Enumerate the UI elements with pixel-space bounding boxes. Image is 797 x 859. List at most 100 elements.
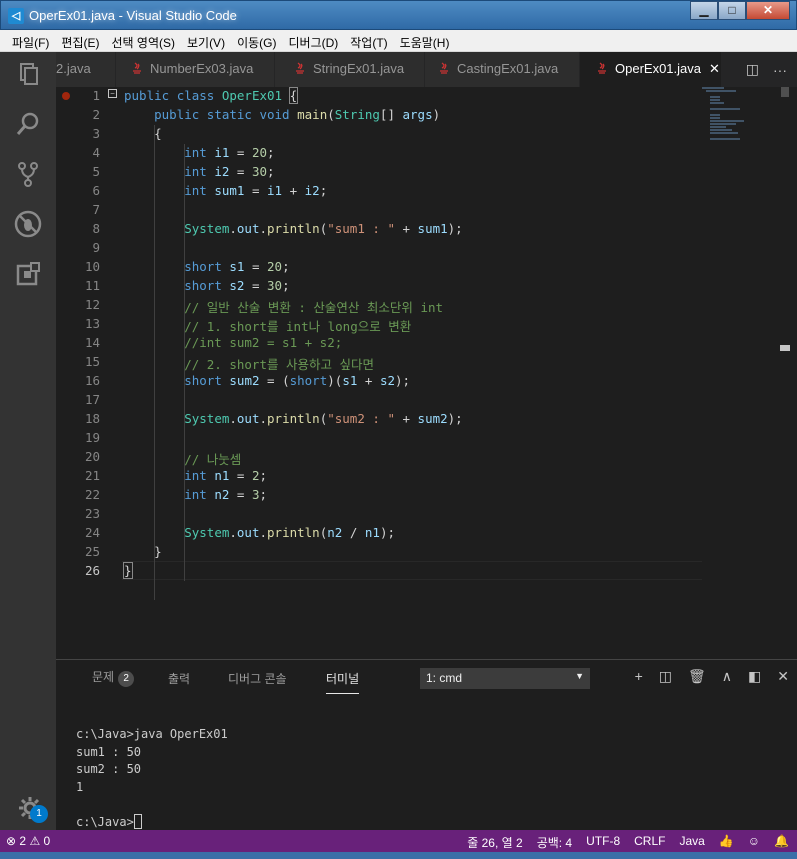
maximize-button[interactable]: □: [718, 1, 746, 20]
scrollbar-marker: [780, 345, 790, 351]
menu-view[interactable]: 보기(V): [181, 30, 231, 51]
line-number: 21: [84, 468, 100, 483]
line-number: 14: [84, 335, 100, 350]
trash-icon[interactable]: 🗑: [688, 668, 706, 685]
tab-numberex03[interactable]: NumberEx03.java: [116, 52, 275, 87]
code-line: }: [124, 544, 162, 559]
menu-go[interactable]: 이동(G): [231, 30, 282, 51]
code-line: System.out.println("sum2 : " + sum2);: [184, 411, 463, 426]
warning-icon: ⚠: [29, 834, 41, 848]
thumbs-up-icon[interactable]: 👍: [719, 834, 734, 851]
smiley-icon[interactable]: ☺: [748, 834, 760, 851]
line-number: 19: [84, 430, 100, 445]
tab-stringex01[interactable]: StringEx01.java: [275, 52, 425, 87]
more-actions-icon[interactable]: ···: [773, 62, 787, 78]
line-number: 6: [92, 183, 100, 198]
menu-edit[interactable]: 편집(E): [55, 30, 105, 51]
vscode-logo-icon: ◁: [8, 8, 24, 24]
code-line: System.out.println(n2 / n1);: [184, 525, 395, 540]
line-number: 23: [84, 506, 100, 521]
tab-operex01[interactable]: OperEx01.java ✕: [580, 52, 722, 87]
fold-icon[interactable]: −: [108, 89, 117, 98]
code-line: short sum2 = (short)(s1 + s2);: [184, 373, 411, 388]
terminal-select[interactable]: 1: cmd ▼: [420, 668, 590, 689]
line-number: 24: [84, 525, 100, 540]
warning-count: 0: [43, 834, 51, 848]
line-number: 11: [84, 278, 100, 293]
tab-label: OperEx01.java: [615, 61, 701, 76]
menu-help[interactable]: 도움말(H): [394, 30, 456, 51]
line-number: 16: [84, 373, 100, 388]
line-number: 5: [92, 164, 100, 179]
tab-label: CastingEx01.java: [457, 61, 559, 76]
line-number: 12: [84, 297, 100, 312]
tab-2-java[interactable]: 2.java: [56, 52, 116, 87]
menu-file[interactable]: 파일(F): [6, 30, 55, 51]
activity-bar: 1: [0, 52, 56, 830]
explorer-icon[interactable]: [12, 58, 44, 90]
terminal-cursor: [133, 813, 142, 829]
code-line: short s1 = 20;: [184, 259, 290, 274]
code-line: int i1 = 20;: [184, 145, 275, 160]
menu-debug[interactable]: 디버그(D): [282, 30, 344, 51]
bell-icon[interactable]: 🔔: [774, 834, 789, 851]
indentation[interactable]: 공백: 4: [537, 834, 572, 851]
problems-status[interactable]: ⊗ 2 ⚠ 0: [6, 834, 50, 848]
status-bar: ⊗ 2 ⚠ 0 줄 26, 열 2 공백: 4 UTF-8 CRLF Java …: [0, 830, 797, 852]
code-line: public class OperEx01 {: [124, 87, 299, 104]
extensions-icon[interactable]: [12, 258, 44, 290]
java-file-icon: [440, 62, 448, 74]
cursor-position[interactable]: 줄 26, 열 2: [467, 834, 522, 851]
terminal-line: 1: [76, 779, 84, 794]
settings-badge: 1: [30, 805, 48, 823]
add-terminal-icon[interactable]: +: [635, 668, 643, 685]
line-number: 22: [84, 487, 100, 502]
tab-terminal[interactable]: 터미널: [326, 670, 360, 694]
window-title: OperEx01.java - Visual Studio Code: [29, 8, 237, 23]
code-line: // 1. short를 int나 long으로 변환: [124, 319, 412, 334]
encoding[interactable]: UTF-8: [586, 834, 620, 851]
close-panel-icon[interactable]: ✕: [777, 668, 789, 685]
chevron-down-icon: ▼: [575, 671, 584, 681]
chevron-up-icon[interactable]: ∧: [722, 668, 732, 685]
line-ending[interactable]: CRLF: [634, 834, 665, 851]
code-line: int n1 = 2;: [184, 468, 268, 483]
language-mode[interactable]: Java: [679, 834, 704, 851]
terminal-output[interactable]: c:\Java>java OperEx01 sum1 : 50 sum2 : 50 1…: [76, 726, 228, 831]
line-number: 4: [92, 145, 100, 160]
terminal-prompt: c:\Java>: [76, 814, 134, 829]
code-line: int i2 = 30;: [184, 164, 275, 179]
code-line: short s2 = 30;: [184, 278, 290, 293]
close-button[interactable]: ✕: [746, 1, 790, 20]
menu-selection[interactable]: 선택 영역(S): [105, 30, 181, 51]
code-line: // 일반 산술 변환 : 산술연산 최소단위 int: [124, 300, 444, 315]
line-number: 7: [92, 202, 100, 217]
minimap[interactable]: [700, 87, 782, 147]
editor-scrollbar[interactable]: [780, 87, 790, 659]
tab-output[interactable]: 출력: [168, 670, 190, 687]
tab-debug-console[interactable]: 디버그 콘솔: [228, 670, 287, 687]
menu-tasks[interactable]: 작업(T): [344, 30, 393, 51]
minimize-button[interactable]: ▁: [690, 1, 718, 20]
close-tab-icon[interactable]: ✕: [709, 61, 720, 76]
debug-icon[interactable]: [12, 208, 44, 240]
code-line: {: [124, 126, 162, 141]
line-number: 10: [84, 259, 100, 274]
source-control-icon[interactable]: [12, 158, 44, 190]
search-icon[interactable]: [12, 108, 44, 140]
bottom-panel: 문제 2 출력 디버그 콘솔 터미널 1: cmd ▼ + ◫ 🗑 ∧ ◧ ✕ c…: [56, 659, 797, 830]
tab-castingex01[interactable]: CastingEx01.java: [425, 52, 580, 87]
scrollbar-thumb[interactable]: [781, 87, 789, 97]
tab-problems[interactable]: 문제 2: [92, 668, 135, 687]
tab-label: StringEx01.java: [313, 61, 405, 76]
editor-tabs: 2.java NumberEx03.java StringEx01.java C…: [56, 52, 797, 87]
line-number: 18: [84, 411, 100, 426]
split-terminal-icon[interactable]: ◫: [659, 668, 672, 685]
line-number: 15: [84, 354, 100, 369]
code-line: public static void main(String[] args): [154, 107, 441, 122]
split-editor-icon[interactable]: ◫: [746, 61, 759, 78]
code-editor[interactable]: − 1 2 3 4 5 6 7 8 9 10 11 12 13 14 15 16…: [56, 87, 797, 659]
code-line: int sum1 = i1 + i2;: [184, 183, 328, 198]
line-number: 9: [92, 240, 100, 255]
maximize-panel-icon[interactable]: ◧: [748, 668, 761, 685]
